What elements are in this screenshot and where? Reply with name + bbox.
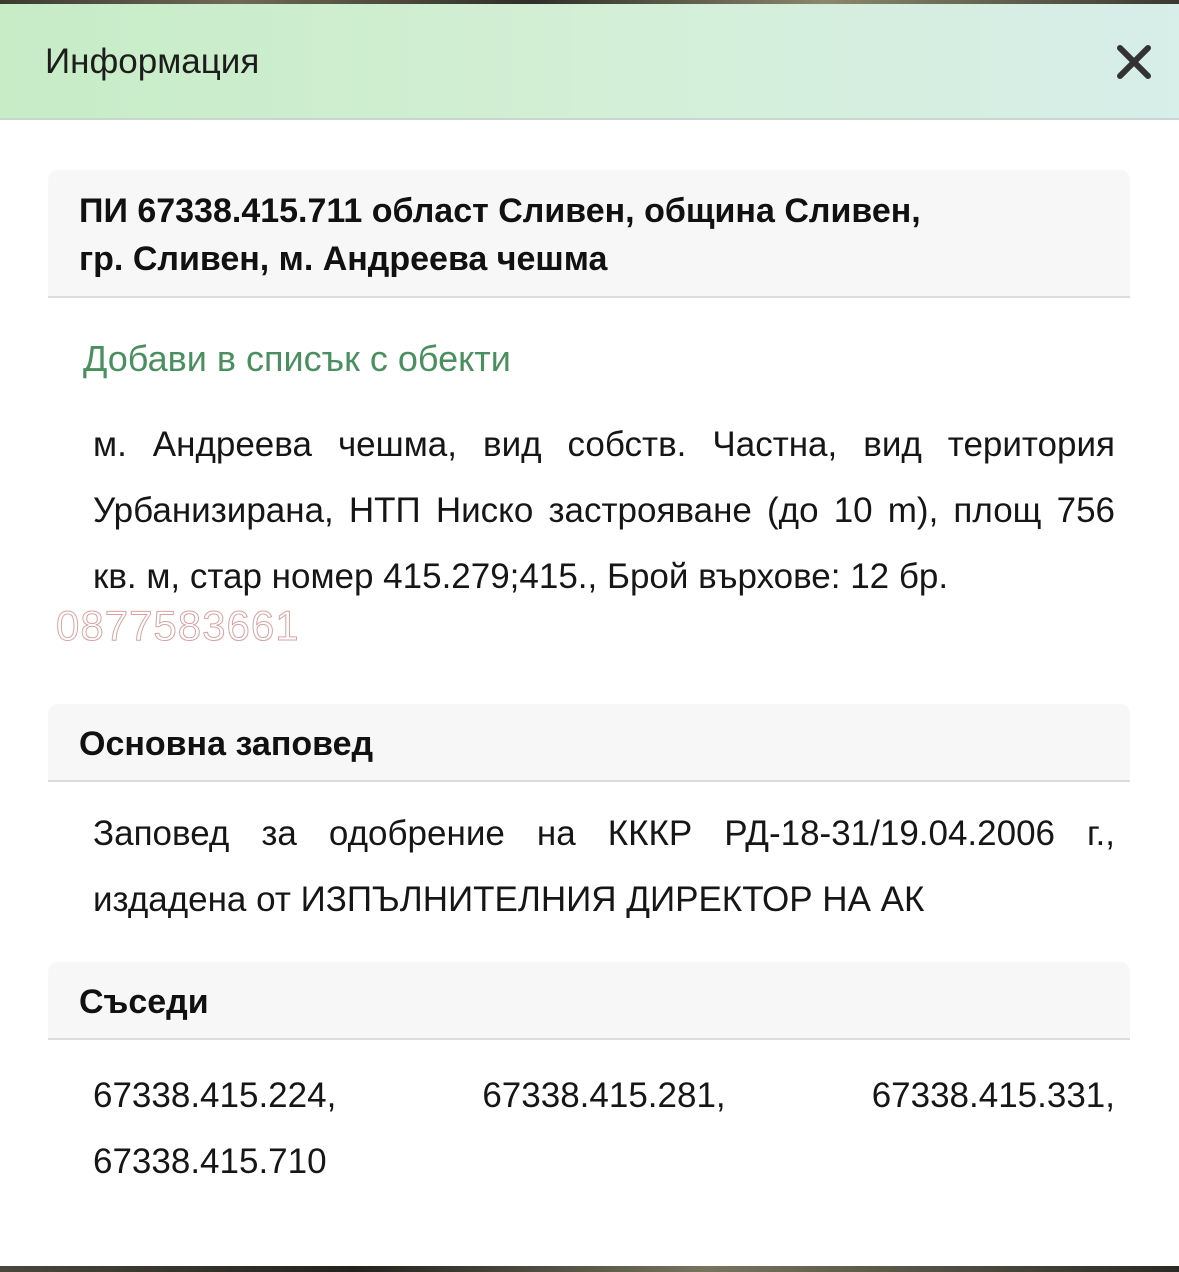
parcel-heading-line1: ПИ 67338.415.711 област Сливен, община С… (79, 192, 921, 230)
neighbors-list: 67338.415.224, 67338.415.281, 67338.415.… (93, 1063, 1115, 1195)
close-icon (1117, 45, 1151, 79)
parcel-heading-line2: гр. Сливен, м. Андреева чешма (79, 240, 608, 278)
dialog-title: Информация (45, 42, 260, 81)
dialog-header: Информация (0, 4, 1179, 120)
order-heading: Основна заповед (79, 725, 374, 763)
phone-watermark: 0877583661 (56, 602, 300, 650)
neighbor-item: 67338.415.710 (93, 1142, 327, 1181)
neighbors-heading-section: Съседи (48, 962, 1130, 1040)
add-to-list-link[interactable]: Добави в списък с обекти (83, 335, 511, 383)
order-heading-section: Основна заповед (48, 704, 1130, 782)
parcel-heading-section: ПИ 67338.415.711 област Сливен, община С… (48, 170, 1130, 298)
parcel-description: м. Андреева чешма, вид собств. Частна, в… (93, 425, 1115, 596)
neighbors-heading: Съседи (79, 983, 209, 1021)
info-dialog: Информация ПИ 67338.415.711 област Сливе… (0, 4, 1179, 1266)
neighbor-item: 67338.415.224, (93, 1076, 337, 1115)
close-button[interactable] (1110, 38, 1158, 86)
neighbor-item: 67338.415.281, (482, 1076, 726, 1115)
order-text: Заповед за одобрение на КККР РД-18-31/19… (93, 814, 1115, 919)
neighbor-item: 67338.415.331, (871, 1076, 1115, 1115)
